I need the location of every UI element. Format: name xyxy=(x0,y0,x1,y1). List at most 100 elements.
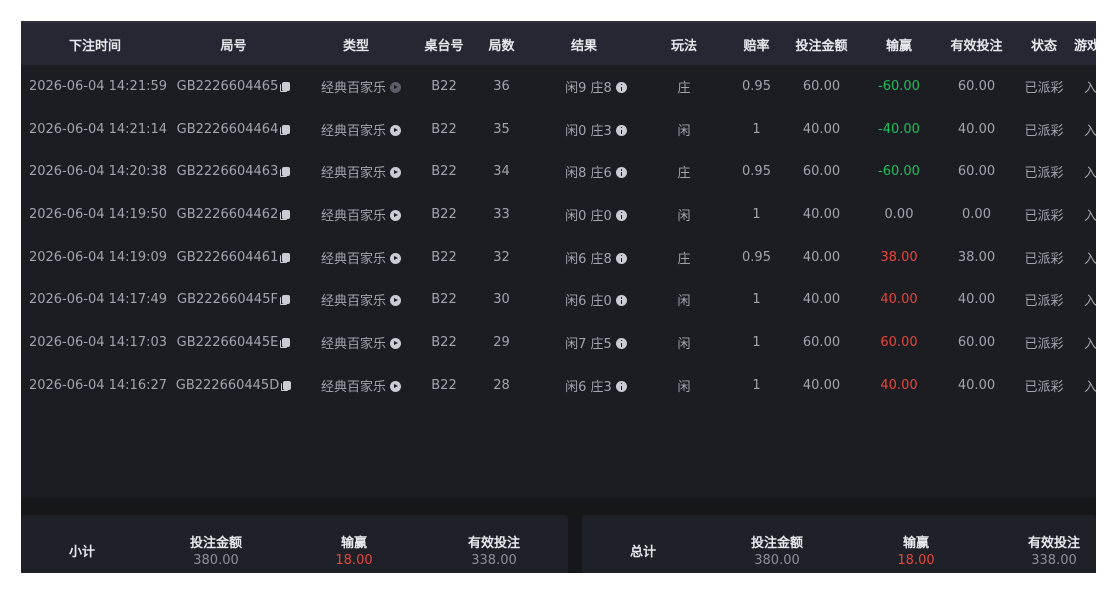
bet-time-text: 2026-06-04 14:17:03 xyxy=(28,334,168,350)
round-id: GB222660445E xyxy=(169,321,298,364)
round-no: 30 xyxy=(474,278,529,321)
bet-amount: 60.00 xyxy=(784,321,859,364)
game-type-text: 经典百家乐 xyxy=(320,208,386,224)
round-id: GB222660445D xyxy=(169,364,298,407)
bet-time-text: 2026-06-04 14:21:14 xyxy=(28,121,168,137)
round-no: 35 xyxy=(474,108,529,151)
status-text: 已派彩 xyxy=(1024,336,1064,352)
game-link[interactable]: 入 xyxy=(1074,321,1096,364)
copy-icon[interactable] xyxy=(280,252,291,263)
bet-time: 2026-06-04 14:16:27 xyxy=(21,364,169,407)
bet-amount: 40.00 xyxy=(784,193,859,236)
round-no: 33 xyxy=(474,193,529,236)
info-circle-icon[interactable] xyxy=(615,124,627,136)
table-no-text: B22 xyxy=(431,292,457,308)
info-circle-icon[interactable] xyxy=(615,81,627,93)
column-header: 状态 xyxy=(1030,38,1057,54)
valid-bet: 60.00 xyxy=(939,65,1014,108)
valid-bet-text: 40.00 xyxy=(957,121,996,137)
game-link[interactable]: 入 xyxy=(1074,193,1096,236)
game-link-text: 入 xyxy=(1084,251,1096,267)
game-type-text: 经典百家乐 xyxy=(320,166,386,182)
status-text: 已派彩 xyxy=(1024,294,1064,310)
bet-amount-text: 40.00 xyxy=(802,121,841,137)
table-row: 2026-06-04 14:16:27 GB222660445D 经典百家乐 B22 2… xyxy=(21,364,1096,407)
round-no-text: 32 xyxy=(493,249,510,265)
win-loss-text: 60.00 xyxy=(880,334,918,350)
play-circle-icon[interactable] xyxy=(390,124,401,136)
valid-bet-text: 60.00 xyxy=(957,164,996,180)
odds-text: 1 xyxy=(752,206,761,222)
total-label: 总计 xyxy=(630,545,657,560)
game-link[interactable]: 入 xyxy=(1074,364,1096,407)
result: 闲9 庄8 xyxy=(529,65,639,108)
bet-option: 闲 xyxy=(639,321,729,364)
copy-icon[interactable] xyxy=(279,295,290,306)
bet-time: 2026-06-04 14:21:59 xyxy=(21,65,169,108)
bet-option-text: 闲 xyxy=(677,294,691,310)
copy-icon[interactable] xyxy=(280,209,291,220)
odds: 0.95 xyxy=(729,65,784,108)
bet-amount: 60.00 xyxy=(784,150,859,193)
game-link[interactable]: 入 xyxy=(1074,236,1096,279)
column-header: 类型 xyxy=(342,38,369,54)
copy-icon[interactable] xyxy=(281,380,292,391)
table-no-text: B22 xyxy=(431,334,457,350)
bet-amount-text: 40.00 xyxy=(802,292,841,308)
table-no: B22 xyxy=(414,236,474,279)
info-circle-icon[interactable] xyxy=(615,167,627,179)
play-circle-icon[interactable] xyxy=(390,209,401,221)
game-type-text: 经典百家乐 xyxy=(320,336,386,352)
round-no: 36 xyxy=(474,65,529,108)
info-circle-icon[interactable] xyxy=(615,337,627,349)
play-circle-icon[interactable] xyxy=(390,380,401,392)
odds-text: 1 xyxy=(752,377,761,393)
bet-option: 庄 xyxy=(639,236,729,279)
play-circle-icon[interactable] xyxy=(390,81,401,93)
game-type: 经典百家乐 xyxy=(298,108,414,151)
bet-option: 闲 xyxy=(639,193,729,236)
game-link[interactable]: 入 xyxy=(1074,65,1096,108)
odds: 1 xyxy=(729,108,784,151)
table-no-text: B22 xyxy=(431,377,457,393)
bet-option: 庄 xyxy=(639,150,729,193)
bet-time: 2026-06-04 14:17:49 xyxy=(21,278,169,321)
table-no-text: B22 xyxy=(431,206,457,222)
result: 闲0 庄0 xyxy=(529,193,639,236)
info-circle-icon[interactable] xyxy=(615,380,627,392)
info-circle-icon[interactable] xyxy=(615,209,627,221)
game-link-text: 入 xyxy=(1084,166,1096,182)
round-id: GB2226604464 xyxy=(169,108,298,151)
play-circle-icon[interactable] xyxy=(390,167,401,179)
info-circle-icon[interactable] xyxy=(615,295,627,307)
game-link[interactable]: 入 xyxy=(1074,150,1096,193)
copy-icon[interactable] xyxy=(280,124,291,135)
column-header: 投注金额 xyxy=(795,38,848,54)
bet-records-panel: 下注时间 局号 类型 桌台号 局数 结果 玩法 赔率 投注金额 输赢 有效投注 状态 游戏 2026-0… xyxy=(21,21,1096,573)
subtotal-winloss-value: 18.00 xyxy=(335,553,373,568)
round-id: GB2226604463 xyxy=(169,150,298,193)
game-type: 经典百家乐 xyxy=(298,150,414,193)
bet-amount-text: 40.00 xyxy=(802,377,841,393)
copy-icon[interactable] xyxy=(280,167,291,178)
bet-amount-text: 60.00 xyxy=(802,164,841,180)
win-loss: 38.00 xyxy=(859,236,939,279)
game-type: 经典百家乐 xyxy=(298,65,414,108)
copy-icon[interactable] xyxy=(280,81,291,92)
play-circle-icon[interactable] xyxy=(390,295,401,307)
table-no-text: B22 xyxy=(431,249,457,265)
play-circle-icon[interactable] xyxy=(390,337,401,349)
table-no-text: B22 xyxy=(431,78,457,94)
table-body: 2026-06-04 14:21:59 GB2226604465 经典百家乐 B22 3… xyxy=(21,65,1096,407)
odds: 1 xyxy=(729,364,784,407)
total-amount-label: 投注金额 xyxy=(750,536,803,551)
play-circle-icon[interactable] xyxy=(390,252,401,264)
game-link[interactable]: 入 xyxy=(1074,108,1096,151)
copy-icon[interactable] xyxy=(280,337,291,348)
game-link[interactable]: 入 xyxy=(1074,278,1096,321)
subtotal-valid-label: 有效投注 xyxy=(467,536,520,551)
status: 已派彩 xyxy=(1014,150,1074,193)
info-circle-icon[interactable] xyxy=(615,252,627,264)
subtotal-winloss-label: 输赢 xyxy=(340,536,367,551)
bet-time: 2026-06-04 14:17:03 xyxy=(21,321,169,364)
